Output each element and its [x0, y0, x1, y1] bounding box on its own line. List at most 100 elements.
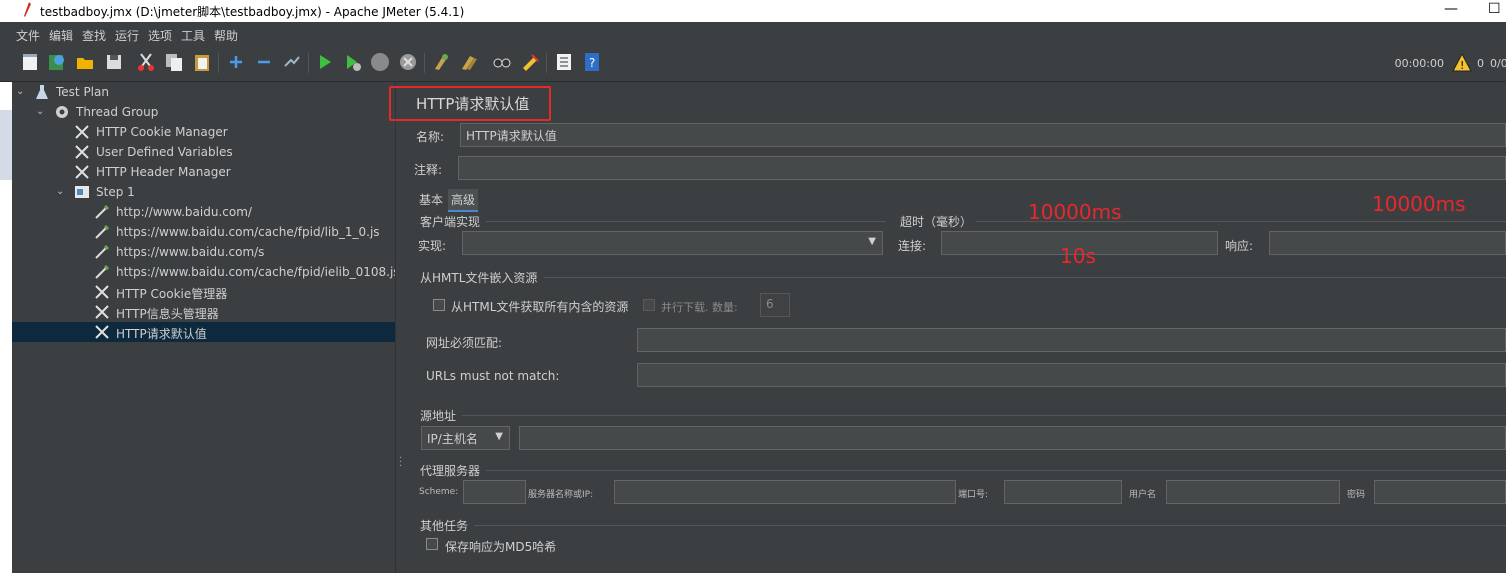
reset-search-icon[interactable]: [520, 52, 540, 72]
chevron-down-icon[interactable]: ⌄: [56, 186, 64, 197]
gear-icon: [56, 106, 68, 118]
pipette-icon: [95, 204, 110, 219]
md5-checkbox[interactable]: [426, 538, 438, 550]
tree-node-http-defaults[interactable]: HTTP请求默认值: [12, 322, 395, 342]
proxy-port-label: 端口号:: [958, 490, 989, 500]
config-tool-icon: [95, 285, 109, 299]
source-address-group: 源地址: [420, 409, 457, 423]
timeout-group: 超时（毫秒）: [900, 215, 973, 229]
md5-label: 保存响应为MD5哈希: [445, 540, 557, 554]
source-type-select[interactable]: IP/主机名 ▼: [421, 426, 510, 450]
help-icon[interactable]: ?: [582, 52, 602, 72]
menu-help[interactable]: 帮助: [214, 27, 238, 44]
config-tool-icon: [75, 125, 89, 139]
stop-icon[interactable]: [370, 52, 390, 72]
toolbar-separator: [546, 53, 547, 73]
jmeter-feather-icon: [24, 2, 31, 17]
proxy-server-label: 服务器名称或IP:: [528, 490, 594, 500]
tree-node-sampler[interactable]: https://www.baidu.com/s: [12, 242, 395, 262]
flask-icon: [36, 85, 48, 99]
tab-basic[interactable]: 基本: [416, 189, 446, 210]
urls-must-match-field[interactable]: [637, 328, 1506, 352]
tree-node-user-defined-variables[interactable]: User Defined Variables: [12, 142, 395, 162]
menu-tools[interactable]: 工具: [181, 27, 205, 44]
proxy-password-label: 密码: [1347, 490, 1366, 500]
active-threads: 0/0: [1490, 57, 1506, 70]
function-helper-icon[interactable]: [554, 52, 574, 72]
impl-label: 实现:: [418, 239, 447, 253]
tree-node-thread-group[interactable]: ⌄ Thread Group: [12, 102, 395, 122]
warning-icon[interactable]: !: [1452, 53, 1472, 73]
tree-node-test-plan[interactable]: ⌄ Test Plan: [12, 82, 395, 102]
menu-run[interactable]: 运行: [115, 27, 139, 44]
test-plan-tree[interactable]: ⌄ Test Plan ⌄ Thread Group HTTP Cookie M…: [12, 82, 400, 573]
retrieve-all-label: 从HTML文件获取所有内含的资源: [451, 300, 629, 314]
proxy-port-field[interactable]: [1004, 480, 1122, 504]
urls-must-match-label: 网址必须匹配:: [426, 336, 503, 350]
toggle-icon[interactable]: [282, 52, 302, 72]
response-timeout-field[interactable]: [1269, 231, 1506, 255]
impl-select[interactable]: ▼: [462, 231, 883, 255]
proxy-scheme-field[interactable]: [463, 480, 526, 504]
chevron-down-icon[interactable]: ⌄: [36, 106, 44, 117]
shutdown-icon[interactable]: [398, 52, 418, 72]
save-icon[interactable]: [104, 52, 124, 72]
start-no-pause-icon[interactable]: [343, 52, 363, 72]
chevron-down-icon[interactable]: ⌄: [16, 86, 24, 97]
chevron-down-icon: ▼: [495, 431, 503, 442]
parallel-count-field[interactable]: 6: [760, 293, 790, 317]
minimize-button[interactable]: —: [1444, 1, 1458, 17]
config-tool-icon: [75, 145, 89, 159]
parallel-download-label: 并行下载. 数量:: [661, 301, 738, 314]
error-count: 0: [1477, 57, 1484, 70]
search-icon[interactable]: [492, 52, 512, 72]
cut-icon[interactable]: [136, 52, 156, 72]
proxy-group: 代理服务器: [420, 464, 481, 478]
menu-edit[interactable]: 编辑: [49, 27, 73, 44]
templates-icon[interactable]: [47, 52, 67, 72]
parallel-download-checkbox[interactable]: [643, 299, 655, 311]
open-icon[interactable]: [75, 52, 95, 72]
proxy-password-field[interactable]: [1374, 480, 1506, 504]
collapse-icon[interactable]: [254, 52, 274, 72]
toolbar-separator: [424, 53, 425, 73]
start-icon[interactable]: [315, 52, 335, 72]
pipette-icon: [95, 244, 110, 259]
tree-node-sampler[interactable]: https://www.baidu.com/cache/fpid/ielib_0…: [12, 262, 400, 282]
comment-label: 注释:: [414, 163, 443, 177]
menu-search[interactable]: 查找: [82, 27, 106, 44]
urls-not-match-field[interactable]: [637, 363, 1506, 387]
tab-advanced[interactable]: 高级: [448, 189, 479, 212]
source-address-field[interactable]: [519, 426, 1506, 450]
tree-node-header-manager[interactable]: HTTP Header Manager: [12, 162, 395, 182]
config-tool-icon: [75, 165, 89, 179]
tree-node-cookie-manager-cn[interactable]: HTTP Cookie管理器: [12, 282, 395, 302]
menu-file[interactable]: 文件: [16, 27, 40, 44]
tree-node-sampler[interactable]: https://www.baidu.com/cache/fpid/lib_1_0…: [12, 222, 395, 242]
copy-icon[interactable]: [164, 52, 184, 72]
retrieve-all-checkbox[interactable]: [433, 299, 445, 311]
toolbar-separator: [308, 53, 309, 73]
svg-text:?: ?: [589, 56, 595, 70]
proxy-user-field[interactable]: [1166, 480, 1340, 504]
name-field[interactable]: HTTP请求默认值: [460, 123, 1506, 147]
clear-all-icon[interactable]: [459, 52, 479, 72]
config-tool-icon: [95, 325, 109, 339]
menu-options[interactable]: 选项: [148, 27, 172, 44]
tree-node-cookie-manager[interactable]: HTTP Cookie Manager: [12, 122, 395, 142]
expand-icon[interactable]: [226, 52, 246, 72]
tree-node-header-manager-cn[interactable]: HTTP信息头管理器: [12, 302, 395, 322]
annotation-connect-s: 10s: [1060, 244, 1096, 268]
annotation-response-ms: 10000ms: [1372, 192, 1466, 216]
paste-icon[interactable]: [192, 52, 212, 72]
urls-not-match-label: URLs must not match:: [426, 369, 560, 383]
proxy-server-field[interactable]: [614, 480, 956, 504]
new-icon[interactable]: [20, 52, 40, 72]
maximize-button[interactable]: ☐: [1488, 1, 1501, 17]
tree-node-step-1[interactable]: ⌄ Step 1: [12, 182, 395, 202]
embedded-resources-group: 从HMTL文件嵌入资源: [420, 271, 538, 285]
config-tool-icon: [95, 305, 109, 319]
clear-icon[interactable]: [431, 52, 451, 72]
tree-node-sampler[interactable]: http://www.baidu.com/: [12, 202, 395, 222]
comment-field[interactable]: [458, 156, 1506, 180]
